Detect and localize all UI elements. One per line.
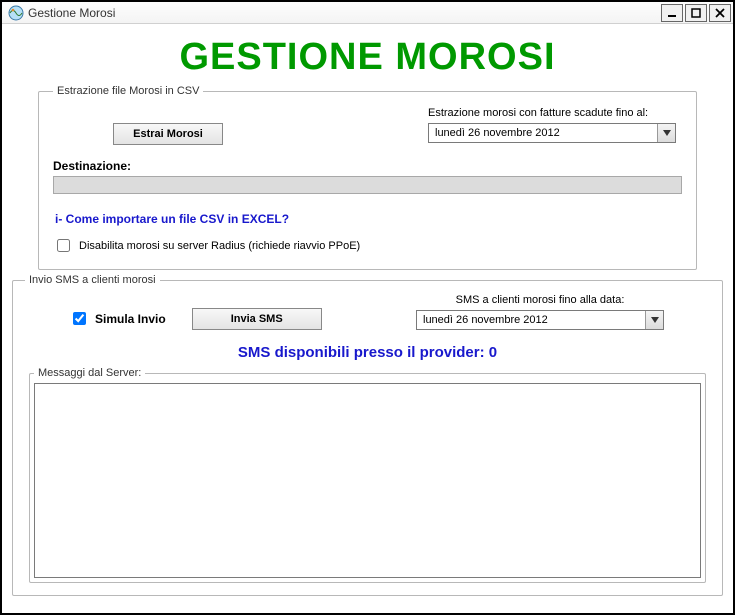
sms-date-label: SMS a clienti morosi fino alla data:	[416, 294, 664, 306]
extract-date-picker[interactable]: lunedì 26 novembre 2012	[428, 123, 676, 143]
sms-legend: Invio SMS a clienti morosi	[25, 274, 160, 286]
sms-date-value: lunedì 26 novembre 2012	[417, 314, 645, 326]
sms-available-label: SMS disponibili presso il provider: 0	[25, 344, 710, 361]
maximize-button[interactable]	[685, 4, 707, 22]
sms-fieldset: Invio SMS a clienti morosi Simula Invio …	[12, 274, 723, 596]
window-title: Gestione Morosi	[28, 6, 115, 20]
log-fieldset: Messaggi dal Server:	[29, 367, 706, 583]
disable-radius-checkbox[interactable]	[57, 239, 70, 252]
disable-radius-label: Disabilita morosi su server Radius (rich…	[79, 240, 360, 252]
chevron-down-icon	[645, 311, 663, 329]
disable-radius-row: Disabilita morosi su server Radius (rich…	[53, 236, 682, 255]
destination-field[interactable]	[53, 176, 682, 194]
extract-button[interactable]: Estrai Morosi	[113, 123, 223, 145]
simulate-label: Simula Invio	[95, 312, 166, 326]
sms-available-count: 0	[489, 344, 497, 361]
extract-fieldset: Estrazione file Morosi in CSV Estrai Mor…	[38, 85, 697, 270]
log-legend: Messaggi dal Server:	[34, 367, 145, 379]
page-title: GESTIONE MOROSI	[8, 36, 727, 79]
extract-date-value: lunedì 26 novembre 2012	[429, 127, 657, 139]
chevron-down-icon	[657, 124, 675, 142]
titlebar: Gestione Morosi	[2, 2, 733, 24]
app-icon	[8, 5, 24, 21]
extract-date-label: Estrazione morosi con fatture scadute fi…	[428, 107, 676, 119]
extract-legend: Estrazione file Morosi in CSV	[53, 85, 203, 97]
send-sms-button[interactable]: Invia SMS	[192, 308, 322, 330]
server-log-area[interactable]	[34, 383, 701, 578]
help-import-csv-link[interactable]: i- Come importare un file CSV in EXCEL?	[55, 212, 682, 226]
sms-date-picker[interactable]: lunedì 26 novembre 2012	[416, 310, 664, 330]
destination-label: Destinazione:	[53, 159, 682, 173]
simulate-checkbox[interactable]	[73, 312, 86, 325]
minimize-button[interactable]	[661, 4, 683, 22]
close-button[interactable]	[709, 4, 731, 22]
